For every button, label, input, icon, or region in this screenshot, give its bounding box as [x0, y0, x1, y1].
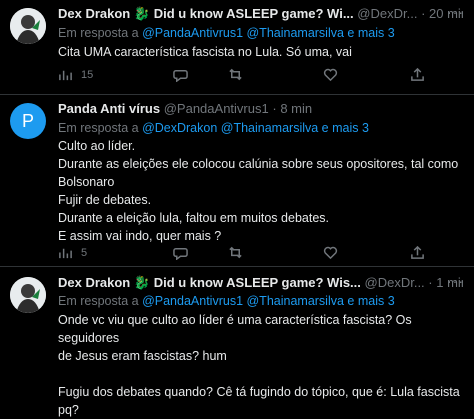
tweet-line: Durante as eleições ele colocou calúnia …: [58, 157, 459, 171]
like-button[interactable]: [323, 67, 338, 82]
avatar[interactable]: P: [10, 103, 46, 139]
views-count: 5: [81, 246, 88, 259]
like-icon: [323, 68, 338, 82]
retweet-icon: [229, 68, 242, 81]
like-button[interactable]: [323, 245, 338, 260]
views-icon: [59, 70, 72, 81]
share-icon: [411, 245, 424, 259]
tweet-line: pq?: [58, 403, 79, 417]
reply-button[interactable]: [173, 67, 188, 82]
retweet-button[interactable]: [228, 67, 243, 82]
reply-icon: [173, 248, 188, 260]
author-handle[interactable]: @PandaAntivrus1: [164, 101, 269, 116]
author-handle[interactable]: @DexDr...: [357, 6, 417, 21]
tweet-line: Fujir de debates.: [58, 193, 152, 207]
avatar[interactable]: [10, 8, 46, 44]
tweet-line: E assim vai indo, quer mais ?: [58, 229, 222, 243]
retweet-button[interactable]: [228, 245, 243, 260]
tweet-line: Culto ao líder.: [58, 139, 136, 153]
share-icon: [411, 67, 424, 81]
tweet-line: Bolsonaro: [58, 175, 115, 189]
like-icon: [323, 246, 338, 260]
dragon-icon: 🐉: [133, 6, 151, 21]
tweet[interactable]: P Panda Anti vírus @PandaAntivrus1 · 8 m…: [0, 95, 474, 267]
avatar[interactable]: [10, 277, 46, 313]
timestamp[interactable]: 8 min: [280, 101, 312, 116]
author-handle[interactable]: @DexDr...: [365, 275, 425, 290]
dragon-icon: 🐉: [133, 275, 151, 290]
tweet[interactable]: Dex Drakon 🐉 Did u know ASLEEP game? Wis…: [0, 267, 474, 417]
tweet[interactable]: Dex Drakon 🐉 Did u know ASLEEP game? Wi.…: [0, 0, 474, 95]
reply-prefix: Em resposta a: [58, 26, 139, 40]
separator: ·: [421, 6, 426, 21]
views-count: 15: [81, 68, 94, 81]
reply-prefix: Em resposta a: [58, 121, 139, 135]
tweet-line: Onde vc viu que culto ao líder é uma car…: [58, 313, 412, 345]
tweet-text: Onde vc viu que culto ao líder é uma car…: [58, 311, 463, 419]
tweet-line: [58, 365, 463, 383]
reply-prefix: Em resposta a: [58, 294, 139, 308]
author-name[interactable]: Panda Anti vírus: [58, 101, 160, 116]
author-name[interactable]: Dex Drakon: [58, 275, 130, 290]
more-icon[interactable]: ···: [447, 273, 464, 289]
more-icon[interactable]: ···: [447, 4, 464, 20]
tweet-text: Cita UMA característica fascista no Lula…: [58, 43, 463, 61]
separator: ·: [272, 101, 277, 116]
reply-icon: [173, 70, 188, 82]
views-button[interactable]: 15: [58, 67, 93, 82]
avatar-letter: P: [21, 110, 34, 131]
tweet-line: Durante a eleição lula, faltou em muitos…: [58, 211, 329, 225]
separator: ·: [428, 275, 433, 290]
reply-button[interactable]: [173, 245, 188, 260]
author-name-suffix[interactable]: Did u know ASLEEP game? Wis...: [154, 275, 361, 290]
author-name-suffix[interactable]: Did u know ASLEEP game? Wi...: [154, 6, 354, 21]
tweet-text: Culto ao líder. Durante as eleições ele …: [58, 137, 463, 245]
tweet-line: Cita UMA característica fascista no Lula…: [58, 45, 352, 59]
views-icon: [59, 248, 72, 259]
tweet-line: de Jesus eram fascistas? hum: [58, 349, 227, 363]
author-name[interactable]: Dex Drakon: [58, 6, 130, 21]
share-button[interactable]: [410, 245, 425, 260]
views-button[interactable]: 5: [58, 245, 87, 260]
retweet-icon: [229, 246, 242, 259]
reply-mentions[interactable]: @PandaAntivrus1 @Thainamarsilva e mais 3: [142, 26, 395, 40]
share-button[interactable]: [410, 67, 425, 82]
reply-mentions[interactable]: @DexDrakon @Thainamarsilva e mais 3: [142, 121, 369, 135]
reply-mentions[interactable]: @PandaAntivrus1 @Thainamarsilva e mais 3: [142, 294, 395, 308]
tweet-line: Fugiu dos debates quando? Cê tá fugindo …: [58, 385, 460, 399]
